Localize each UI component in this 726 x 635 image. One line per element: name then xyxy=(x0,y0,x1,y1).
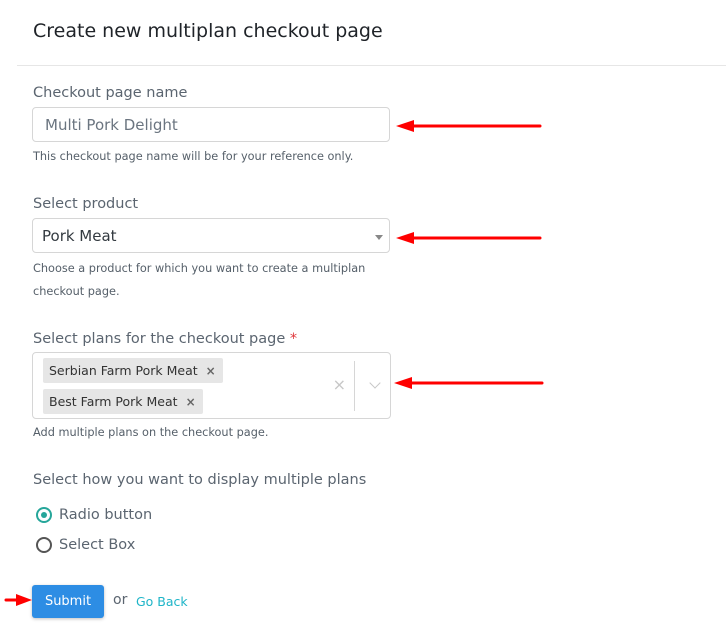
plan-tag: Best Farm Pork Meat × xyxy=(43,389,203,414)
radio-option-label: Radio button xyxy=(59,507,153,523)
product-select[interactable]: Pork Meat xyxy=(32,218,390,253)
clear-all-icon[interactable]: × xyxy=(333,375,346,394)
radio-option-select-box[interactable]: Select Box xyxy=(36,537,135,553)
plan-tag-label: Serbian Farm Pork Meat xyxy=(49,363,198,378)
product-help-1: Choose a product for which you want to c… xyxy=(33,262,366,275)
product-label: Select product xyxy=(33,196,139,212)
remove-tag-icon[interactable]: × xyxy=(186,390,196,415)
radio-checked-icon[interactable] xyxy=(36,507,52,523)
required-mark: * xyxy=(289,331,298,347)
radio-option-radio-button[interactable]: Radio button xyxy=(36,507,152,523)
remove-tag-icon[interactable]: × xyxy=(206,359,216,384)
plans-multiselect[interactable]: Serbian Farm Pork Meat × Best Farm Pork M… xyxy=(32,352,391,419)
checkout-name-help: This checkout page name will be for your… xyxy=(33,150,354,163)
product-selected-value: Pork Meat xyxy=(42,227,117,245)
chevron-down-icon[interactable] xyxy=(369,377,381,389)
annotation-arrow-icon xyxy=(4,594,32,606)
plan-tag: Serbian Farm Pork Meat × xyxy=(43,358,223,383)
annotation-arrow-icon xyxy=(396,232,542,244)
go-back-link[interactable]: Go Back xyxy=(136,594,188,609)
radio-unchecked-icon[interactable] xyxy=(36,537,52,553)
or-text: or xyxy=(113,592,128,608)
indicator-separator xyxy=(354,361,355,411)
caret-down-icon xyxy=(375,235,383,240)
divider xyxy=(17,65,726,66)
checkout-name-label: Checkout page name xyxy=(33,85,188,101)
plan-tag-label: Best Farm Pork Meat xyxy=(49,394,178,409)
submit-button[interactable]: Submit xyxy=(32,585,104,618)
annotation-arrow-icon xyxy=(396,120,542,132)
plans-label: Select plans for the checkout page * xyxy=(33,331,297,347)
plans-help: Add multiple plans on the checkout page. xyxy=(33,426,269,439)
product-help-2: checkout page. xyxy=(33,285,120,298)
checkout-name-input[interactable]: Multi Pork Delight xyxy=(32,107,390,142)
display-label: Select how you want to display multiple … xyxy=(33,472,367,488)
page-title: Create new multiplan checkout page xyxy=(33,20,383,42)
checkout-name-value: Multi Pork Delight xyxy=(45,116,178,134)
radio-option-label: Select Box xyxy=(59,537,136,553)
plans-label-text: Select plans for the checkout page xyxy=(33,331,286,347)
annotation-arrow-icon xyxy=(394,377,544,389)
